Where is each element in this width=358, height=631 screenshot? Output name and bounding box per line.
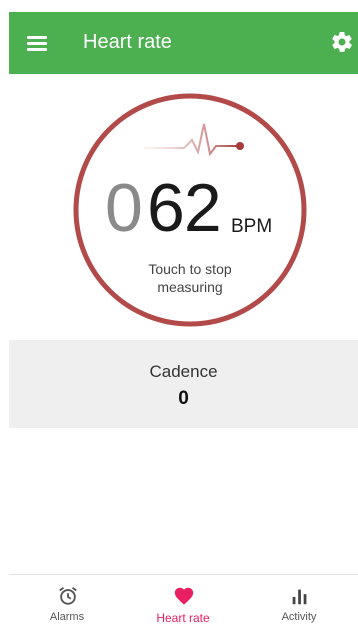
status-area bbox=[0, 0, 358, 12]
nav-label-activity: Activity bbox=[281, 611, 317, 623]
bar-chart-icon bbox=[292, 589, 307, 605]
heart-icon bbox=[174, 587, 194, 605]
alarm-clock-icon bbox=[59, 587, 77, 605]
nav-item-alarms[interactable]: Alarms bbox=[9, 575, 125, 631]
bottom-navigation: Alarms Heart rate Activity bbox=[9, 574, 358, 631]
stop-measuring-label: Touch to stop measuring bbox=[148, 261, 232, 295]
nav-label-heart-rate: Heart rate bbox=[156, 611, 210, 625]
settings-button[interactable] bbox=[330, 30, 356, 56]
cadence-value: 0 bbox=[178, 388, 189, 409]
cadence-label: Cadence bbox=[149, 362, 218, 381]
nav-item-heart-rate[interactable]: Heart rate bbox=[125, 575, 241, 631]
page-title: Heart rate bbox=[83, 31, 172, 53]
heart-rate-gauge[interactable]: 0 62 BPM Touch to stop measuring bbox=[0, 74, 358, 336]
menu-button[interactable] bbox=[27, 36, 49, 52]
hamburger-menu-icon bbox=[27, 36, 47, 39]
nav-label-alarms: Alarms bbox=[49, 611, 85, 623]
heartbeat-line-icon bbox=[144, 123, 244, 157]
bpm-value: 62 bbox=[147, 170, 222, 246]
bpm-unit: BPM bbox=[231, 216, 273, 237]
nav-item-activity[interactable]: Activity bbox=[241, 575, 357, 631]
bpm-leading-digit: 0 bbox=[105, 170, 143, 246]
app-bar: Heart rate bbox=[9, 12, 358, 74]
bpm-readout: 0 62 BPM bbox=[101, 174, 291, 254]
cadence-panel: Cadence 0 bbox=[9, 340, 358, 428]
gear-icon bbox=[332, 31, 352, 52]
